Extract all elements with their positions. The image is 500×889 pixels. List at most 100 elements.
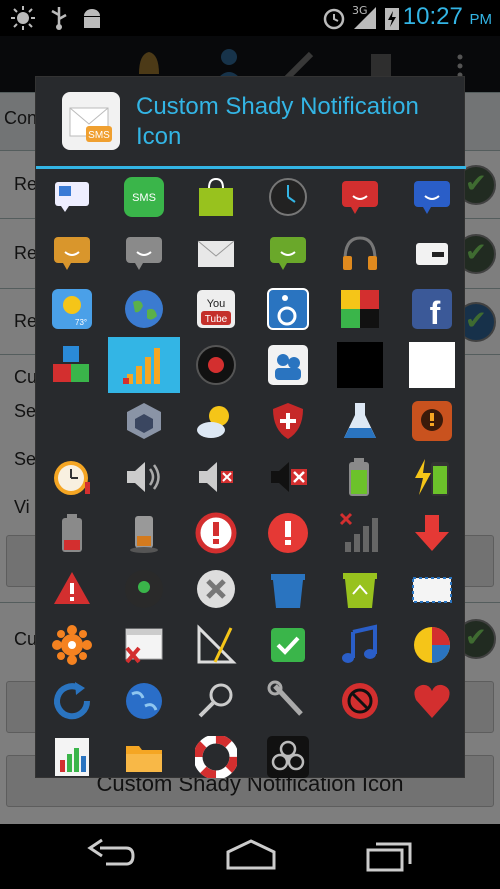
facebook-icon: f — [412, 289, 452, 330]
icon-option[interactable]: 73° — [36, 281, 108, 337]
icon-option[interactable] — [36, 561, 108, 617]
icon-option[interactable] — [396, 617, 468, 673]
brightness-icon — [11, 6, 35, 30]
icon-option[interactable] — [396, 225, 468, 281]
icon-option[interactable] — [252, 673, 324, 729]
icon-option[interactable] — [36, 337, 108, 393]
weather-sun-icon: 73° — [52, 289, 92, 329]
icon-option[interactable] — [108, 393, 180, 449]
voicemail-icon — [416, 243, 448, 265]
icon-option[interactable] — [180, 617, 252, 673]
icon-option[interactable] — [180, 505, 252, 561]
icon-option[interactable] — [108, 729, 180, 785]
icon-option[interactable]: You Tube — [180, 281, 252, 337]
picture-message-icon — [55, 182, 89, 212]
usb-icon — [51, 7, 67, 30]
sms-envelope-icon: SMS — [62, 92, 120, 150]
icon-option-selected[interactable] — [108, 337, 180, 393]
speaker-loud-icon — [127, 462, 160, 492]
icon-option[interactable] — [396, 449, 468, 505]
contacts-icon — [268, 345, 308, 385]
icon-option[interactable] — [324, 673, 396, 729]
icon-option[interactable] — [36, 393, 108, 449]
status-light-icon — [125, 570, 163, 608]
recent-apps-icon[interactable] — [364, 838, 414, 874]
no-entry-icon — [342, 683, 378, 719]
icon-option[interactable]: f — [396, 281, 468, 337]
battery-charging-icon — [385, 8, 399, 30]
icon-option[interactable] — [252, 393, 324, 449]
icon-option[interactable]: SMS — [108, 169, 180, 225]
orange-gear-icon — [52, 625, 92, 665]
icon-option[interactable] — [396, 561, 468, 617]
icon-option[interactable] — [180, 169, 252, 225]
icon-option[interactable] — [252, 281, 324, 337]
icon-option[interactable] — [180, 673, 252, 729]
back-icon[interactable] — [86, 838, 136, 874]
icon-option[interactable] — [252, 225, 324, 281]
orange-chat-icon — [54, 237, 90, 270]
icon-option[interactable] — [324, 449, 396, 505]
envelope-icon — [197, 240, 235, 267]
icon-option[interactable] — [180, 449, 252, 505]
icon-option[interactable] — [396, 169, 468, 225]
icon-option[interactable] — [252, 449, 324, 505]
icon-option[interactable] — [108, 617, 180, 673]
icon-option[interactable] — [252, 505, 324, 561]
icon-option[interactable] — [324, 561, 396, 617]
icon-option[interactable] — [108, 673, 180, 729]
icon-option[interactable] — [108, 281, 180, 337]
icon-option[interactable] — [324, 505, 396, 561]
battery-low-icon — [62, 514, 82, 552]
download-arrow-icon — [415, 515, 449, 551]
icon-option[interactable] — [36, 673, 108, 729]
icon-option[interactable] — [396, 505, 468, 561]
icon-option[interactable] — [36, 225, 108, 281]
green-check-icon — [271, 628, 305, 662]
icon-option[interactable] — [36, 505, 108, 561]
icon-option[interactable] — [36, 729, 108, 785]
svg-text:73°: 73° — [75, 318, 87, 327]
icon-option[interactable] — [180, 561, 252, 617]
icon-option[interactable] — [396, 673, 468, 729]
icon-option[interactable] — [108, 225, 180, 281]
icon-option[interactable] — [252, 337, 324, 393]
icon-option[interactable] — [324, 617, 396, 673]
icon-option[interactable] — [324, 225, 396, 281]
refresh-icon — [54, 682, 91, 720]
icon-picker-dialog: SMS Custom Shady Notification Icon SMS 7… — [35, 76, 468, 778]
icon-option[interactable] — [396, 337, 468, 393]
icon-option[interactable] — [324, 281, 396, 337]
red-eye-icon — [196, 345, 236, 385]
icon-option[interactable] — [252, 169, 324, 225]
icon-option[interactable] — [252, 617, 324, 673]
icon-option[interactable] — [324, 337, 396, 393]
clock: 10:27 PM — [402, 3, 492, 30]
icon-option[interactable] — [252, 561, 324, 617]
cancel-circle-icon — [197, 570, 235, 608]
icon-option[interactable] — [396, 393, 468, 449]
svg-text:SMS: SMS — [88, 130, 110, 141]
music-note-icon — [342, 624, 377, 663]
magnifier-icon — [198, 683, 233, 718]
icon-option[interactable] — [180, 393, 252, 449]
icon-option[interactable] — [36, 617, 108, 673]
recycle-bin-icon — [343, 573, 377, 608]
icon-option[interactable] — [324, 169, 396, 225]
icon-option[interactable] — [108, 505, 180, 561]
icon-option[interactable] — [252, 729, 324, 785]
icon-option[interactable] — [324, 393, 396, 449]
wrench-icon — [267, 680, 303, 716]
speaker-mute-icon — [199, 462, 233, 492]
icon-option[interactable] — [36, 169, 108, 225]
icon-option[interactable] — [180, 225, 252, 281]
lifebuoy-icon — [195, 736, 237, 778]
icon-option[interactable] — [108, 449, 180, 505]
icon-option[interactable] — [180, 337, 252, 393]
battery-drain-icon — [130, 516, 158, 553]
icon-option[interactable] — [36, 449, 108, 505]
home-icon[interactable] — [224, 838, 278, 874]
alert-red-icon — [268, 513, 308, 553]
icon-option[interactable] — [108, 561, 180, 617]
icon-option[interactable] — [180, 729, 252, 785]
